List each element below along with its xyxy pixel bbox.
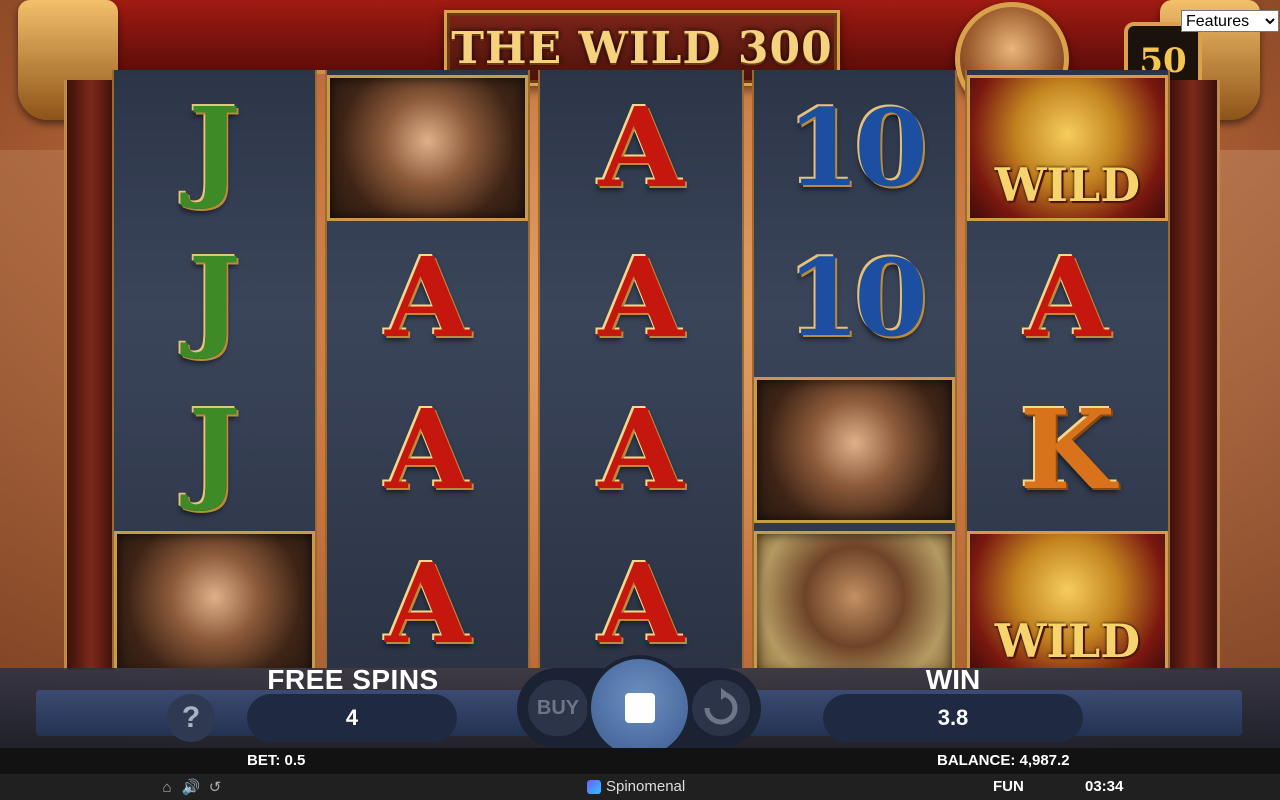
symbol-king-portrait bbox=[753, 531, 955, 668]
reel-cell: A bbox=[327, 528, 528, 668]
win-value: 3.8 bbox=[823, 694, 1083, 742]
autoplay-button[interactable] bbox=[692, 680, 750, 736]
reel-cell bbox=[327, 72, 529, 224]
reel-cell: A bbox=[327, 374, 528, 526]
symbol-a: A bbox=[598, 233, 684, 362]
symbol-wild: WILD bbox=[966, 75, 1169, 221]
wild-text: WILD bbox=[994, 614, 1141, 668]
symbol-a: A bbox=[385, 233, 471, 362]
reel-cell: WILD bbox=[966, 72, 1169, 224]
wild-text: WILD bbox=[994, 158, 1141, 212]
symbol-j: J bbox=[188, 83, 241, 212]
info-bar: BET: 0.5 BALANCE: 4,987.2 bbox=[0, 748, 1280, 774]
reel-cell: J bbox=[114, 374, 315, 526]
symbol-k: K bbox=[1019, 385, 1116, 514]
reel-cell bbox=[753, 528, 955, 668]
symbol-10: 10 bbox=[786, 85, 927, 210]
symbol-a: A bbox=[598, 83, 684, 212]
reel-5: WILD A K WILD bbox=[964, 70, 1170, 668]
reel-cell: J bbox=[114, 222, 315, 374]
game-title-text: THE WILD 300 bbox=[451, 22, 833, 74]
reel-cell: A bbox=[540, 528, 741, 668]
reel-1: JJJ bbox=[112, 70, 318, 668]
buy-button[interactable]: BUY bbox=[528, 680, 588, 736]
sound-icon[interactable]: 🔊 bbox=[182, 778, 201, 796]
reel-cell: 10 bbox=[754, 72, 955, 224]
home-icon[interactable]: ⌂ bbox=[158, 778, 176, 796]
symbol-queen-portrait bbox=[753, 377, 955, 523]
brand-name: Spinomenal bbox=[606, 778, 686, 795]
reel-3: AAAA bbox=[538, 70, 744, 668]
pillar-left bbox=[64, 80, 118, 670]
reel-cell: 10 bbox=[754, 222, 955, 374]
symbol-j: J bbox=[188, 385, 241, 514]
win-label: WIN bbox=[925, 664, 981, 695]
reel-cell: J bbox=[114, 72, 315, 224]
symbol-a: A bbox=[598, 539, 684, 668]
reel-cell: A bbox=[540, 222, 741, 374]
stop-icon bbox=[624, 692, 655, 723]
free-spins-value: 4 bbox=[247, 694, 457, 742]
clock-text: 03:34 bbox=[1085, 778, 1124, 795]
bet-text: BET: 0.5 bbox=[247, 752, 306, 769]
reel-cell bbox=[114, 528, 316, 668]
reel-cell: WILD bbox=[966, 528, 1169, 668]
reel-grid: J J J A A A A A A A 10 10 WILD A K WILD bbox=[112, 70, 1170, 668]
reel-cell: A bbox=[327, 222, 528, 374]
symbol-a: A bbox=[598, 385, 684, 514]
help-button[interactable]: ? bbox=[167, 694, 215, 742]
symbol-10: 10 bbox=[786, 235, 927, 360]
pillar-right bbox=[1166, 80, 1220, 670]
mode-text: FUN bbox=[993, 778, 1024, 795]
symbol-a: A bbox=[385, 385, 471, 514]
reel-2: AAA bbox=[325, 70, 531, 668]
symbol-j: J bbox=[188, 233, 241, 362]
refresh-icon bbox=[704, 688, 738, 725]
brand: Spinomenal bbox=[587, 778, 685, 795]
symbol-wild: WILD bbox=[966, 531, 1169, 668]
reel-cell: A bbox=[540, 374, 741, 526]
brand-logo-icon bbox=[587, 779, 601, 794]
symbol-a: A bbox=[385, 539, 471, 668]
reel-4: 10 10 bbox=[751, 70, 957, 668]
reel-cell bbox=[753, 374, 955, 526]
symbol-a: A bbox=[1024, 233, 1111, 362]
reel-cell: A bbox=[967, 222, 1168, 374]
symbol-queen-portrait bbox=[327, 75, 529, 221]
features-dropdown[interactable]: Features bbox=[1181, 10, 1279, 32]
symbol-queen-portrait bbox=[114, 531, 316, 668]
stop-button[interactable] bbox=[591, 659, 688, 756]
footer-bar: ⌂ 🔊 ↺ Spinomenal FUN 03:34 bbox=[0, 774, 1280, 800]
reel-cell: K bbox=[967, 374, 1168, 526]
balance-text: BALANCE: 4,987.2 bbox=[937, 752, 1070, 769]
reel-cell: A bbox=[540, 72, 741, 224]
free-spins-label: FREE SPINS bbox=[267, 664, 439, 695]
footer-icons: ⌂ 🔊 ↺ bbox=[158, 778, 224, 797]
turbo-icon[interactable]: ↺ bbox=[206, 778, 224, 796]
